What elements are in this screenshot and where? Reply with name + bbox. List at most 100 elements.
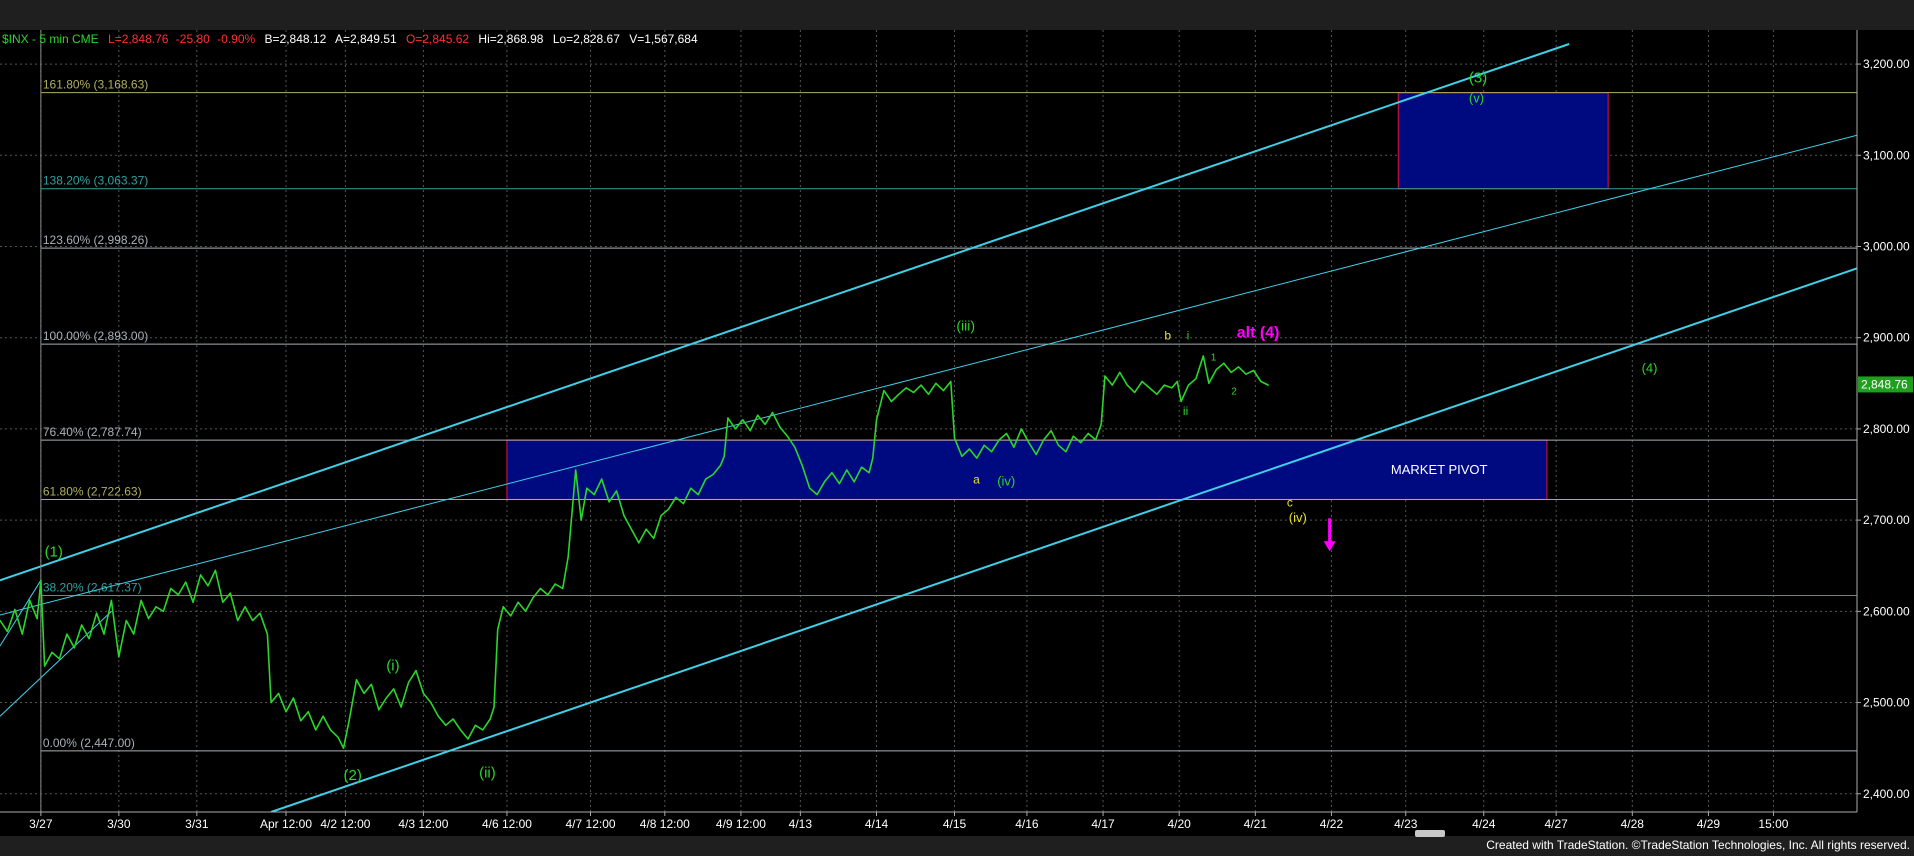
price-point — [623, 514, 625, 517]
price-point — [125, 619, 127, 622]
price-point — [21, 633, 23, 635]
price-point — [348, 720, 350, 722]
price-point — [660, 514, 662, 517]
price-point — [1005, 432, 1008, 435]
price-point — [779, 426, 781, 428]
price-point — [1223, 362, 1225, 364]
price-point — [667, 508, 670, 510]
fib-label: 161.80% (3,168.63) — [43, 78, 148, 92]
price-point — [1238, 366, 1240, 368]
wave-label: (ii) — [479, 764, 496, 781]
price-point — [95, 612, 98, 614]
price-point — [742, 419, 744, 421]
y-tick-label: 3,000.00 — [1863, 239, 1910, 253]
price-point — [1028, 441, 1030, 444]
price-point — [705, 478, 707, 480]
x-tick-label: 4/27 — [1544, 817, 1568, 831]
price-point — [593, 493, 595, 496]
price-point — [991, 451, 993, 453]
price-point — [838, 483, 840, 485]
low-label: Lo=2,828.67 — [552, 32, 620, 46]
price-point — [199, 574, 202, 576]
price-point — [355, 679, 358, 681]
price-point — [277, 692, 280, 695]
price-point — [575, 469, 577, 471]
x-tick-label: 4/14 — [865, 817, 889, 831]
price-point — [1195, 378, 1197, 380]
x-tick-label: 4/24 — [1472, 817, 1496, 831]
price-point — [1065, 451, 1067, 453]
x-tick-label: 4/22 — [1320, 817, 1344, 831]
x-tick-label: 4/17 — [1091, 817, 1115, 831]
wave-label: a — [973, 473, 980, 487]
x-tick-label: 4/2 12:00 — [320, 817, 370, 831]
wave-label: (2) — [344, 767, 362, 784]
wave-label: 2 — [1231, 386, 1237, 397]
y-tick-label: 3,200.00 — [1863, 57, 1910, 71]
price-point — [1163, 384, 1165, 386]
price-point — [140, 599, 142, 601]
wave-label: (iv) — [1289, 510, 1307, 525]
wave-label: alt (4) — [1237, 325, 1280, 342]
price-point — [697, 493, 699, 496]
price-series-line — [0, 355, 1269, 749]
price-point — [1230, 371, 1232, 373]
price-point — [315, 729, 317, 731]
market-pivot-label: MARKET PIVOT — [1391, 462, 1488, 477]
price-point — [554, 583, 556, 585]
price-point — [489, 718, 491, 720]
price-point — [482, 729, 484, 731]
x-tick-label: 4/15 — [943, 817, 967, 831]
price-point — [1095, 439, 1097, 441]
wave-label: (4) — [1642, 360, 1658, 375]
price-point — [342, 747, 345, 749]
price-point — [816, 493, 818, 496]
price-point — [727, 417, 729, 419]
price-point — [307, 711, 309, 713]
x-tick-label: 4/3 12:00 — [398, 817, 448, 831]
price-point — [601, 478, 603, 480]
wave-label: (3) — [1469, 69, 1487, 86]
x-tick-label: 3/27 — [29, 817, 53, 831]
fib-label: 0.00% (2,447.00) — [43, 736, 135, 750]
price-point — [853, 481, 855, 483]
horizontal-scrollbar-thumb[interactable] — [1415, 830, 1445, 837]
price-point — [192, 601, 194, 603]
high-label: Hi=2,868.98 — [478, 32, 544, 46]
price-chart[interactable]: MARKET PIVOT 161.80% (3,168.63) 138.20% (3… — [0, 0, 1914, 856]
price-point — [1267, 384, 1269, 386]
price-point — [675, 496, 677, 498]
price-point — [237, 619, 239, 622]
price-point — [474, 724, 476, 726]
x-tick-label: 4/16 — [1015, 817, 1039, 831]
price-point — [292, 697, 295, 699]
price-point — [88, 638, 90, 640]
price-point — [1013, 446, 1015, 448]
wave-label: i — [1187, 329, 1190, 343]
price-point — [794, 446, 796, 448]
x-tick-label: 4/20 — [1168, 817, 1192, 831]
price-point — [459, 729, 462, 731]
y-tick-label: 2,700.00 — [1863, 513, 1910, 527]
price-point — [244, 606, 246, 608]
wave-label: (v) — [1469, 90, 1484, 105]
wave-label: (iii) — [956, 317, 975, 333]
price-point — [630, 528, 632, 530]
x-tick-label: 4/7 12:00 — [566, 817, 616, 831]
price-point — [868, 472, 870, 474]
price-point — [270, 701, 272, 704]
price-point — [734, 428, 736, 430]
price-point — [185, 581, 187, 583]
price-point — [493, 706, 495, 708]
price-point — [322, 715, 324, 717]
open-label: O=2,845.62 — [406, 32, 470, 46]
price-point — [40, 579, 42, 581]
price-point — [29, 599, 31, 601]
price-point — [861, 466, 863, 468]
price-point — [1100, 423, 1102, 425]
price-point — [1020, 428, 1022, 430]
price-point — [608, 501, 610, 503]
bid-label: B=2,848.12 — [264, 32, 327, 46]
volume-label: V=1,567,684 — [629, 32, 698, 46]
x-tick-label: 4/29 — [1697, 817, 1721, 831]
